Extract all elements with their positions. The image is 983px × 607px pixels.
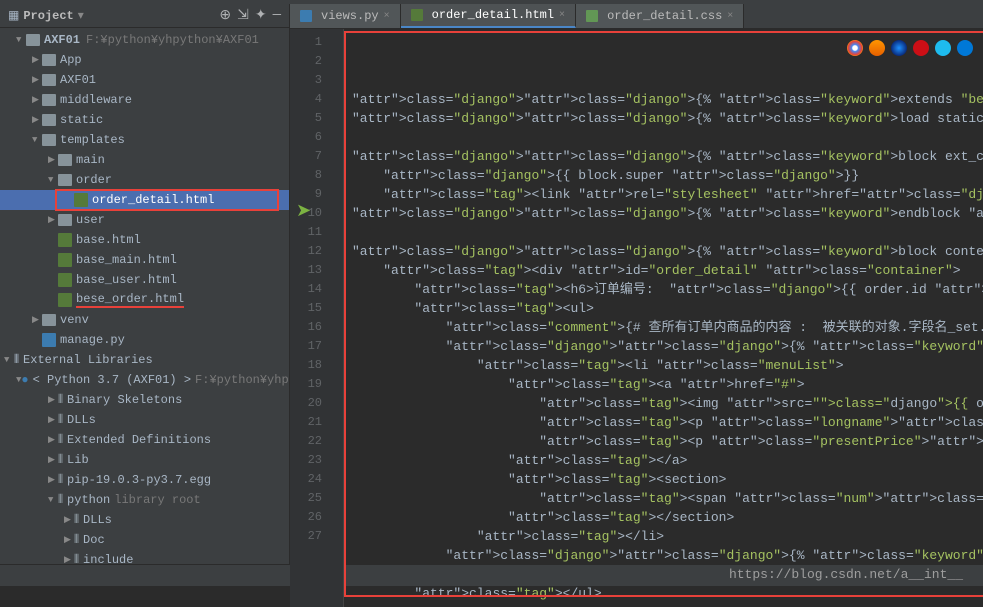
edge-icon[interactable] <box>957 40 973 56</box>
ext-tree-item[interactable]: ▶⫴Doc <box>0 530 289 550</box>
ext-tree-item[interactable]: ▶⫴DLLs <box>0 410 289 430</box>
project-panel-header: ▦ Project ▾ ⊕ ⇲ ✦ — <box>0 4 289 28</box>
tree-item-AXF01[interactable]: ▶AXF01 <box>0 70 289 90</box>
annotation-arrow: ➤ <box>296 200 311 222</box>
tree-item-templates[interactable]: ▼templates <box>0 130 289 150</box>
tree-item-order_detail-html[interactable]: order_detail.html <box>0 190 289 210</box>
external-libraries[interactable]: ▼⫴ External Libraries <box>0 350 289 370</box>
hide-icon[interactable]: — <box>273 7 281 24</box>
tree-item-base-html[interactable]: base.html <box>0 230 289 250</box>
close-icon[interactable]: × <box>559 10 565 21</box>
project-panel-title: Project <box>23 9 73 23</box>
expand-icon[interactable]: ⇲ <box>237 7 249 24</box>
tree-item-manage-py[interactable]: manage.py <box>0 330 289 350</box>
firefox-icon[interactable] <box>869 40 885 56</box>
project-root[interactable]: ▼ AXF01 F:¥python¥yhpython¥AXF01 <box>0 30 289 50</box>
close-icon[interactable]: × <box>727 11 733 22</box>
fold-gutter <box>330 29 344 607</box>
tab-order_detail-css[interactable]: order_detail.css× <box>576 4 744 28</box>
ext-tree-item[interactable]: ▶⫴include <box>0 550 289 564</box>
code-editor[interactable]: "attr">class="django">"attr">class="djan… <box>344 29 983 607</box>
chrome-icon[interactable] <box>847 40 863 56</box>
tree-item-venv[interactable]: ▶venv <box>0 310 289 330</box>
ext-tree-item[interactable]: ▶⫴Binary Skeletons <box>0 390 289 410</box>
tree-item-user[interactable]: ▶user <box>0 210 289 230</box>
editor-area: views.py×order_detail.html×order_detail.… <box>290 4 983 564</box>
opera-icon[interactable] <box>913 40 929 56</box>
watermark: https://blog.csdn.net/a__int__ <box>729 567 963 582</box>
tab-views-py[interactable]: views.py× <box>290 4 401 28</box>
tree-item-order[interactable]: ▼order <box>0 170 289 190</box>
target-icon[interactable]: ⊕ <box>219 7 231 24</box>
tree-item-App[interactable]: ▶App <box>0 50 289 70</box>
line-gutter: 1234567891011121314151617181920212223242… <box>290 29 330 607</box>
ext-tree-item[interactable]: ▶⫴Extended Definitions <box>0 430 289 450</box>
tree-item-base_main-html[interactable]: base_main.html <box>0 250 289 270</box>
python-env[interactable]: ▼● < Python 3.7 (AXF01) > F:¥python¥yhpy… <box>0 370 289 390</box>
ext-tree-item[interactable]: ▶⫴pip-19.0.3-py3.7.egg <box>0 470 289 490</box>
browser-preview-bar <box>847 40 973 56</box>
ie-icon[interactable] <box>935 40 951 56</box>
ext-tree-item[interactable]: ▶⫴DLLs <box>0 510 289 530</box>
editor-tabs: views.py×order_detail.html×order_detail.… <box>290 4 983 29</box>
collapse-icon[interactable]: ✦ <box>255 7 267 24</box>
ext-tree-item[interactable]: ▶⫴Lib <box>0 450 289 470</box>
project-sidebar: ▦ Project ▾ ⊕ ⇲ ✦ — ▼ AXF01 F:¥python¥yh… <box>0 4 290 564</box>
tree-item-main[interactable]: ▶main <box>0 150 289 170</box>
tab-order_detail-html[interactable]: order_detail.html× <box>401 4 576 28</box>
ext-tree-item[interactable]: ▼⫴pythonlibrary root <box>0 490 289 510</box>
project-tree: ▼ AXF01 F:¥python¥yhpython¥AXF01 ▶App▶AX… <box>0 28 289 564</box>
tree-item-static[interactable]: ▶static <box>0 110 289 130</box>
safari-icon[interactable] <box>891 40 907 56</box>
folder-icon: ▦ <box>8 8 19 23</box>
close-icon[interactable]: × <box>384 11 390 22</box>
tree-item-middleware[interactable]: ▶middleware <box>0 90 289 110</box>
tree-item-base_user-html[interactable]: base_user.html <box>0 270 289 290</box>
tree-item-bese_order-html[interactable]: bese_order.html <box>0 290 289 310</box>
